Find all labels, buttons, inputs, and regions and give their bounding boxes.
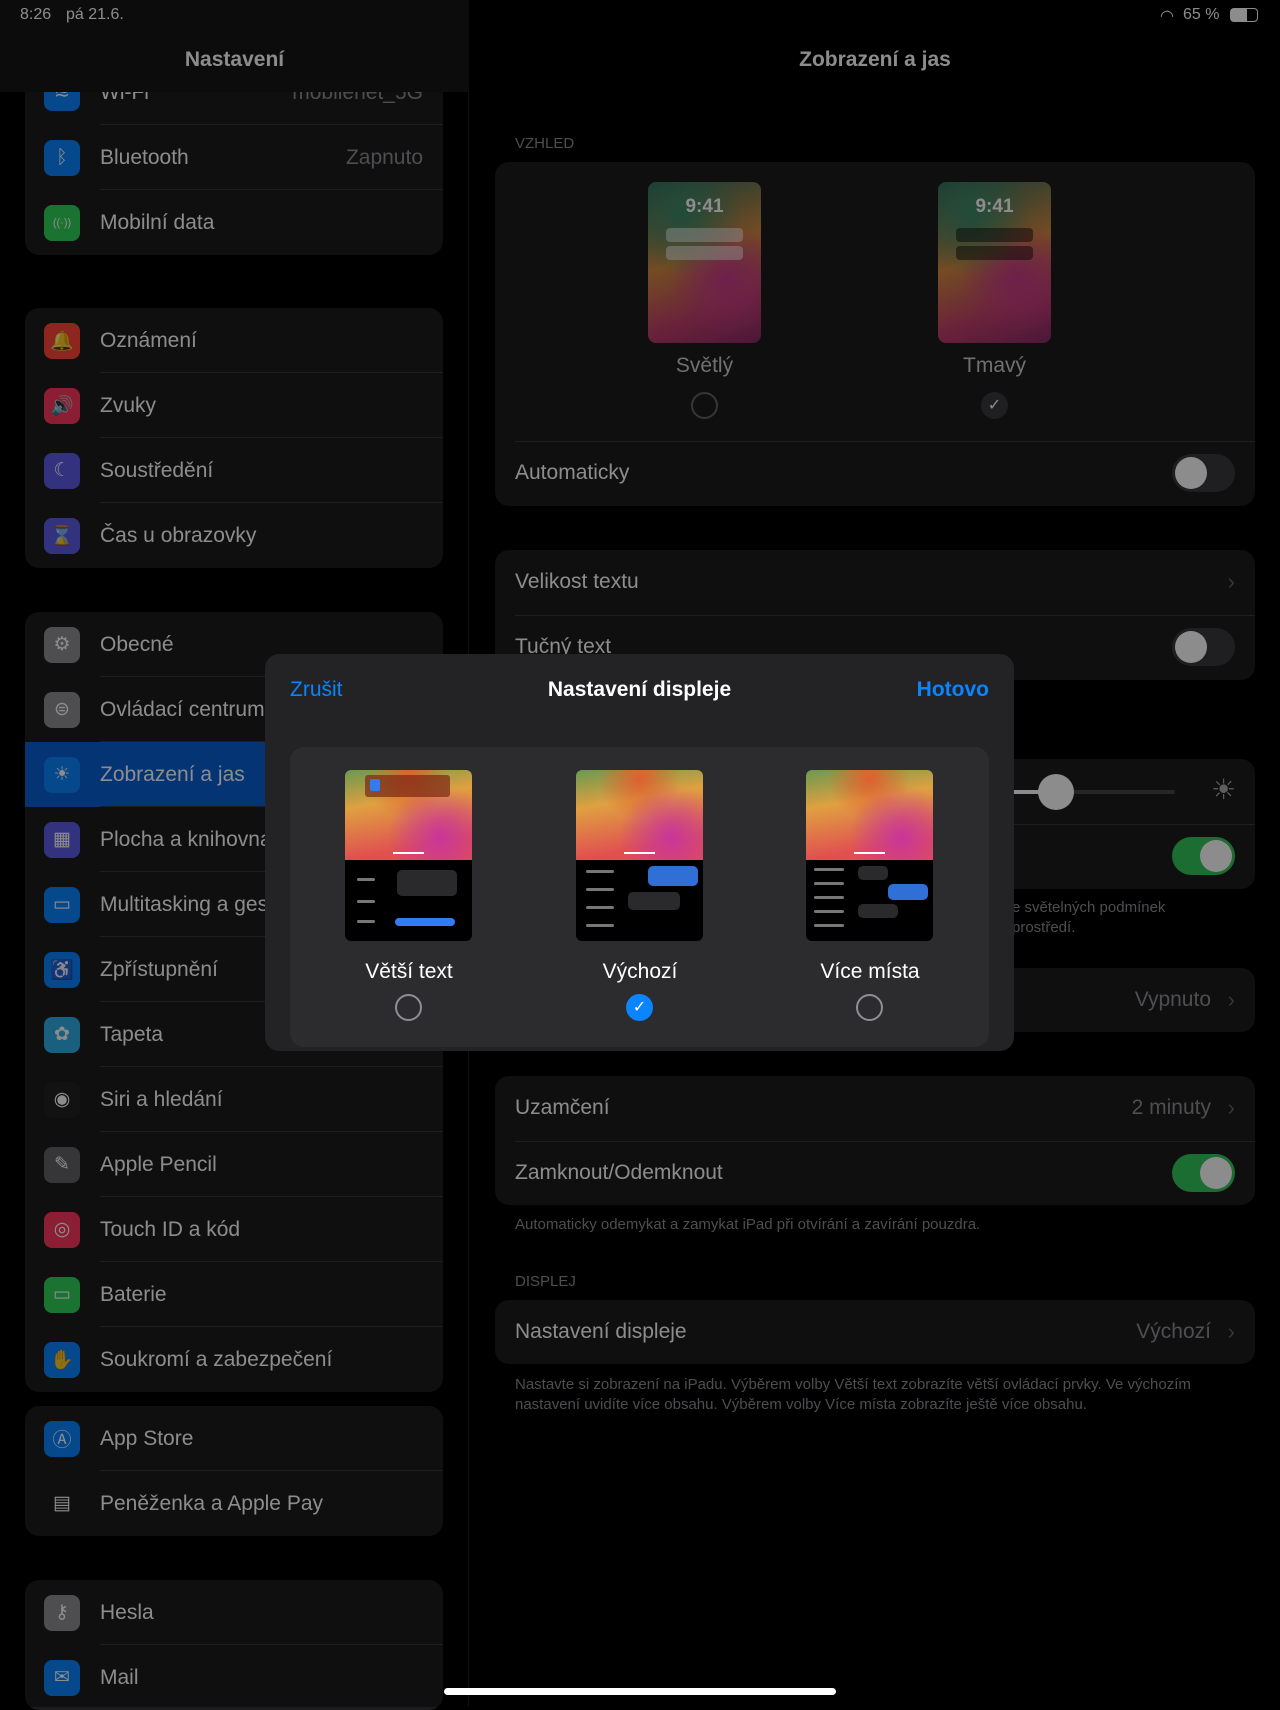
option-label: Výchozí bbox=[602, 960, 678, 983]
larger-text-preview bbox=[345, 770, 472, 941]
default-radio-checked[interactable]: ✓ bbox=[626, 994, 653, 1021]
more-space-radio[interactable] bbox=[856, 994, 883, 1021]
option-label: Více místa bbox=[820, 960, 920, 983]
larger-text-radio[interactable] bbox=[395, 994, 422, 1021]
option-more-space[interactable]: Více místa bbox=[755, 747, 985, 1047]
modal-title: Nastavení displeje bbox=[547, 678, 732, 701]
home-indicator[interactable] bbox=[444, 1688, 836, 1695]
option-default[interactable]: Výchozí ✓ bbox=[525, 747, 755, 1047]
cancel-button[interactable]: Zrušit bbox=[290, 678, 343, 702]
option-label: Větší text bbox=[365, 960, 453, 983]
more-space-preview bbox=[806, 770, 933, 941]
display-options: Větší text Výchozí ✓ Více místa bbox=[290, 747, 989, 1047]
done-button[interactable]: Hotovo bbox=[917, 678, 989, 702]
display-settings-modal: Zrušit Nastavení displeje Hotovo Větší t… bbox=[265, 654, 1014, 1051]
default-preview bbox=[576, 770, 703, 941]
option-larger-text[interactable]: Větší text bbox=[294, 747, 524, 1047]
